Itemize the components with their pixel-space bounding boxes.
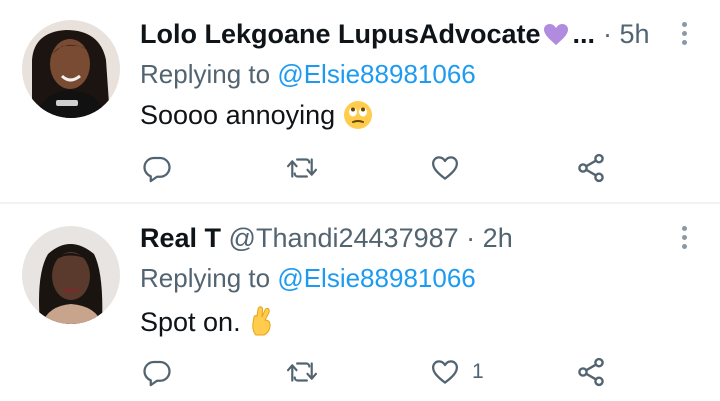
avatar[interactable] bbox=[22, 226, 120, 324]
reply-button[interactable] bbox=[142, 352, 172, 392]
replying-to: Replying to @Elsie88981066 bbox=[140, 262, 476, 294]
purple-heart-emoji bbox=[543, 21, 569, 55]
retweet-icon bbox=[286, 362, 318, 382]
replying-to: Replying to @Elsie88981066 bbox=[140, 58, 476, 90]
more-icon[interactable] bbox=[672, 20, 696, 50]
more-icon[interactable] bbox=[672, 224, 696, 254]
display-name[interactable]: Real T bbox=[140, 223, 221, 253]
reply-icon bbox=[143, 156, 171, 183]
face-with-rolling-eyes-emoji bbox=[343, 100, 373, 138]
replying-handle-link[interactable]: @Elsie88981066 bbox=[277, 263, 475, 293]
avatar-image bbox=[22, 226, 120, 324]
tweet-header: Lolo Lekgoane LupusAdvocate... bbox=[140, 17, 595, 55]
tweet-actions bbox=[0, 148, 720, 188]
display-name[interactable]: Lolo Lekgoane LupusAdvocate bbox=[140, 19, 541, 49]
replying-prefix: Replying to bbox=[140, 59, 271, 89]
crossed-fingers-emoji bbox=[249, 305, 275, 345]
replying-handle-link[interactable]: @Elsie88981066 bbox=[277, 59, 475, 89]
tweet-text: Spot on. bbox=[140, 305, 275, 345]
tweet-text: Soooo annoying bbox=[140, 98, 373, 138]
tweet-actions: 1 bbox=[0, 352, 720, 392]
timestamp[interactable]: 5h bbox=[620, 19, 650, 49]
time-separator: · bbox=[466, 223, 476, 253]
retweet-icon bbox=[286, 158, 318, 178]
share-button[interactable] bbox=[575, 352, 607, 392]
tweet[interactable]: Lolo Lekgoane LupusAdvocate... · 5h Repl… bbox=[0, 0, 720, 202]
avatar-image bbox=[22, 20, 120, 118]
like-button[interactable] bbox=[430, 148, 472, 188]
share-icon bbox=[578, 357, 604, 387]
tweet[interactable]: Real T @Thandi24437987 · 2h Replying to … bbox=[0, 204, 720, 401]
replying-prefix: Replying to bbox=[140, 263, 271, 293]
heart-icon bbox=[432, 360, 458, 384]
user-handle[interactable]: @Thandi24437987 bbox=[229, 223, 459, 253]
retweet-button[interactable] bbox=[285, 148, 319, 188]
avatar[interactable] bbox=[22, 20, 120, 118]
reply-icon bbox=[143, 360, 171, 387]
retweet-button[interactable] bbox=[285, 352, 319, 392]
heart-icon bbox=[432, 156, 458, 180]
tweet-time[interactable]: · 5h bbox=[603, 17, 650, 51]
reply-button[interactable] bbox=[142, 148, 172, 188]
name-truncation: ... bbox=[572, 19, 596, 49]
time-separator: · bbox=[603, 19, 612, 49]
like-count: 1 bbox=[472, 360, 484, 383]
tweet-text-content: Soooo annoying bbox=[140, 100, 336, 130]
share-icon bbox=[578, 153, 604, 183]
timestamp[interactable]: 2h bbox=[483, 223, 513, 253]
tweet-text-content: Spot on. bbox=[140, 307, 241, 337]
tweet-header: Real T @Thandi24437987 · 2h bbox=[140, 221, 513, 255]
share-button[interactable] bbox=[575, 148, 607, 188]
like-button[interactable]: 1 bbox=[430, 352, 484, 392]
